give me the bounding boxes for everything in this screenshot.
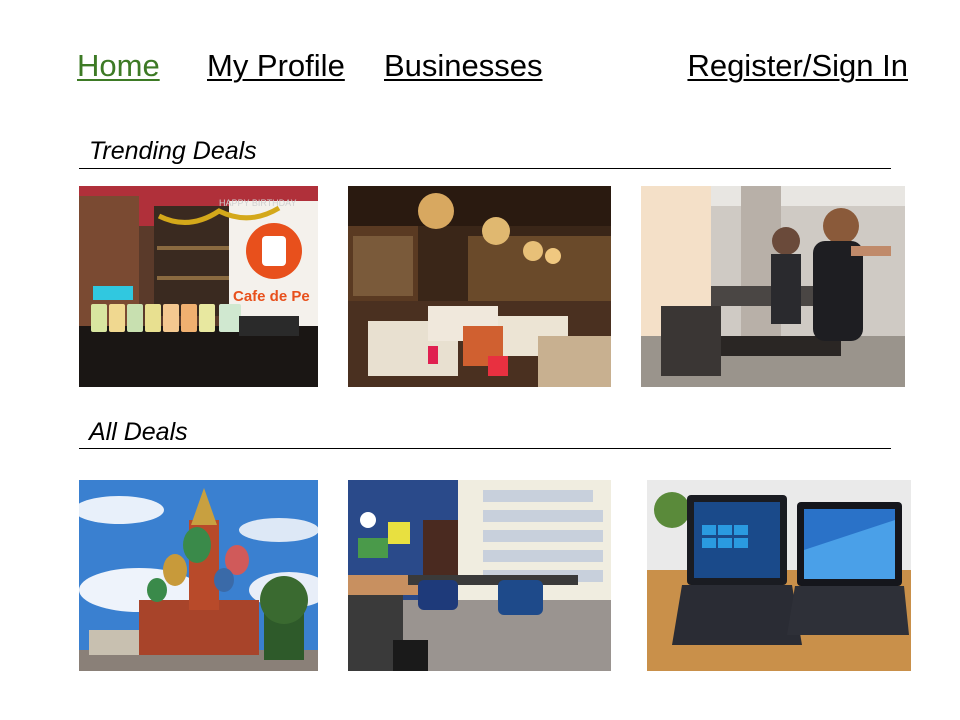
- nav-home-link[interactable]: Home: [77, 48, 160, 84]
- deal-tile-laptops[interactable]: [647, 480, 911, 671]
- all-deals-heading: All Deals: [89, 418, 188, 446]
- all-deals-divider: [79, 448, 891, 449]
- laptops-photo: [647, 480, 911, 671]
- nav-businesses-link[interactable]: Businesses: [384, 48, 543, 84]
- trending-divider: [79, 168, 891, 169]
- banner-text: HAPPY BIRTHDAY: [219, 198, 297, 208]
- deal-tile-gym[interactable]: [641, 186, 905, 387]
- nav-my-profile-link[interactable]: My Profile: [207, 48, 345, 84]
- cafe-sign-text: Cafe de Pe: [233, 288, 310, 305]
- deal-tile-restaurant[interactable]: [348, 186, 611, 387]
- cathedral-landmark-photo: [79, 480, 318, 671]
- trending-deals-heading: Trending Deals: [89, 137, 257, 165]
- restaurant-interior-photo: [348, 186, 611, 387]
- classroom-office-photo: [348, 480, 611, 671]
- deal-tile-cathedral[interactable]: [79, 480, 318, 671]
- deal-tile-classroom[interactable]: [348, 480, 611, 671]
- deal-tile-cafe[interactable]: Cafe de Pe HAPPY BIRTHDAY: [79, 186, 318, 387]
- cafe-bubble-tea-photo: Cafe de Pe HAPPY BIRTHDAY: [79, 186, 318, 387]
- nav-register-sign-in-link[interactable]: Register/Sign In: [687, 48, 908, 84]
- gym-treadmill-photo: [641, 186, 905, 387]
